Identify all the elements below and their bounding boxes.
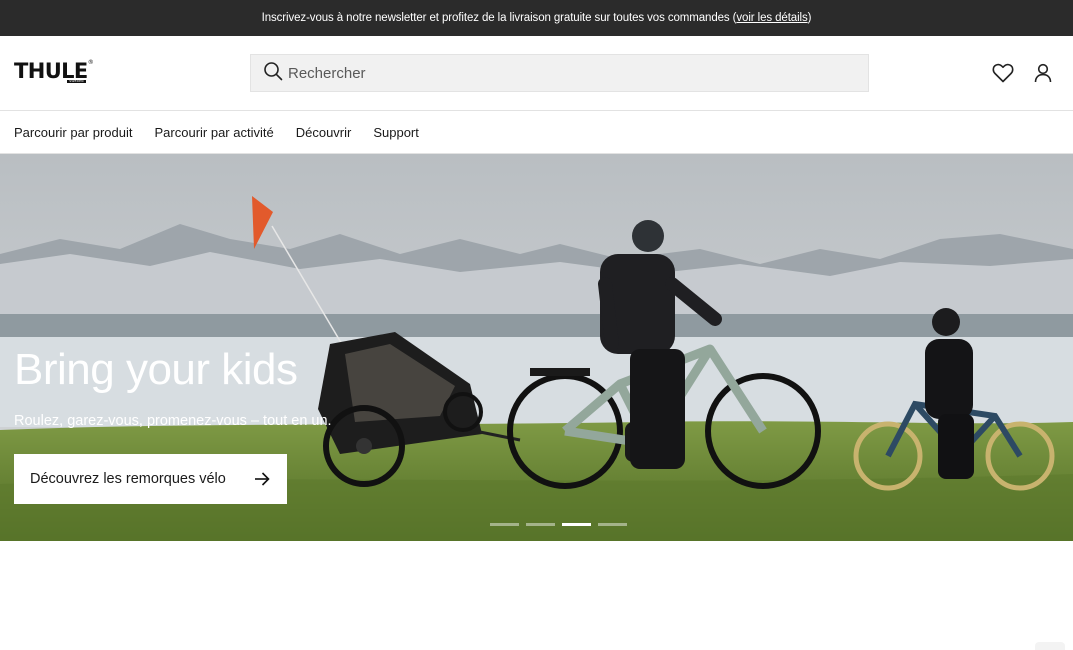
search-input[interactable]	[288, 64, 828, 82]
promo-details-link[interactable]: voir les détails	[736, 12, 807, 24]
cta-label: Découvrez les remorques vélo	[30, 471, 226, 487]
floating-widget-tab[interactable]	[1035, 642, 1065, 650]
promo-banner: Inscrivez-vous à notre newsletter et pro…	[0, 0, 1073, 36]
carousel-dot-2[interactable]	[526, 523, 555, 526]
arrow-right-icon	[254, 471, 270, 492]
nav-item-support[interactable]: Support	[373, 125, 419, 140]
thule-logo[interactable]: THULE ® SWEDEN	[14, 60, 94, 83]
site-header: THULE ® SWEDEN	[0, 36, 1073, 111]
logo-sweden-tag: SWEDEN	[67, 79, 86, 83]
main-navigation: Parcourir par produit Parcourir par acti…	[0, 111, 1073, 154]
carousel-indicators	[490, 523, 627, 526]
nav-item-browse-by-activity[interactable]: Parcourir par activité	[155, 125, 274, 140]
heart-icon[interactable]	[991, 61, 1015, 85]
hero-subtitle: Roulez, garez-vous, promenez-vous – tout…	[14, 413, 332, 429]
logo-registered-mark: ®	[87, 59, 94, 66]
nav-item-browse-by-product[interactable]: Parcourir par produit	[14, 125, 133, 140]
user-icon[interactable]	[1031, 61, 1055, 85]
nav-item-discover[interactable]: Découvrir	[296, 125, 352, 140]
hero-title: Bring your kids	[14, 345, 298, 394]
search-icon[interactable]	[263, 61, 283, 86]
carousel-dot-1[interactable]	[490, 523, 519, 526]
hero-banner[interactable]: Bring your kids Roulez, garez-vous, prom…	[0, 154, 1073, 541]
carousel-dot-4[interactable]	[598, 523, 627, 526]
search-bar[interactable]	[250, 54, 869, 92]
discover-trailers-button[interactable]: Découvrez les remorques vélo	[14, 454, 287, 504]
promo-text: Inscrivez-vous à notre newsletter et pro…	[261, 12, 737, 24]
carousel-dot-3[interactable]	[562, 523, 591, 526]
promo-suffix: )	[807, 12, 812, 24]
